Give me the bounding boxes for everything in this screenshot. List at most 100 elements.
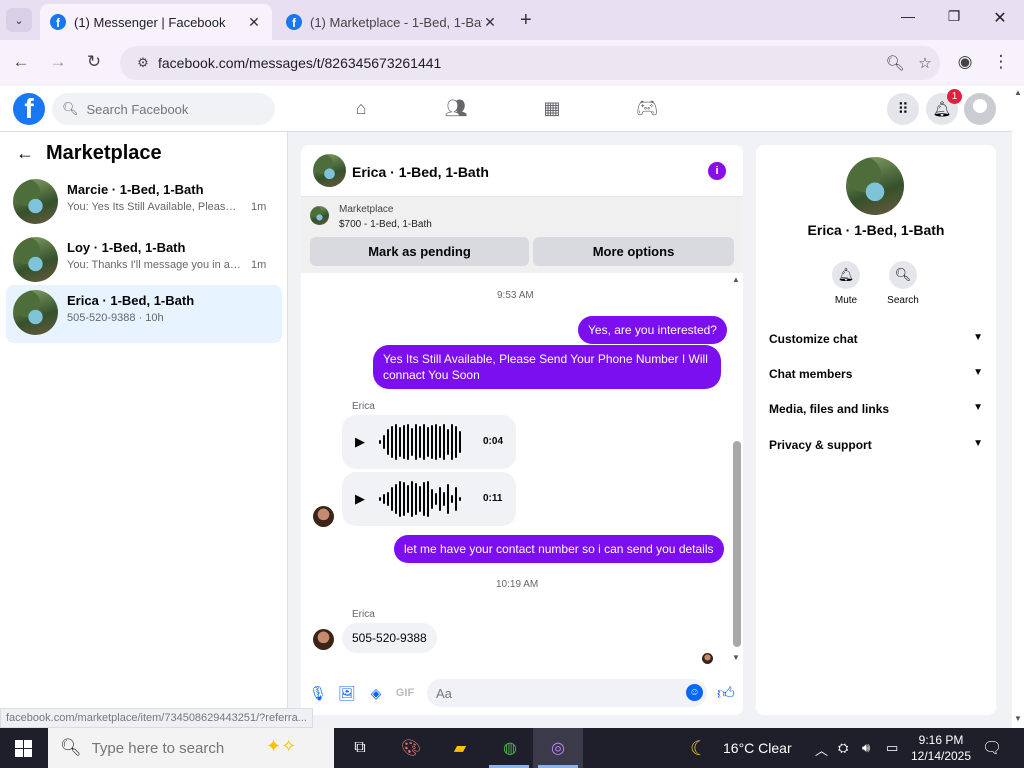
- scrollbar-thumb[interactable]: [733, 441, 741, 647]
- restore-icon[interactable]: ❐: [944, 8, 964, 25]
- thumbs-up-icon[interactable]: 👍︎: [717, 683, 735, 704]
- conversation-item-selected[interactable]: Erica · 1-Bed, 1-Bath 505-520-9388 · 10h: [6, 285, 282, 343]
- audio-duration: 0:11: [483, 493, 503, 504]
- sticky-notes-icon[interactable]: ▰: [447, 736, 473, 760]
- reload-icon[interactable]: ↻: [83, 52, 105, 72]
- display-icon[interactable]: ▭: [886, 740, 898, 756]
- chat-header: Erica · 1-Bed, 1-Bath i: [301, 145, 743, 197]
- chrome-profile-icon[interactable]: ◎: [545, 736, 571, 760]
- outgoing-message[interactable]: Yes Its Still Available, Please Send You…: [373, 345, 721, 389]
- close-tab-icon[interactable]: ✕: [482, 14, 498, 31]
- audio-waveform[interactable]: [379, 481, 463, 517]
- forward-icon[interactable]: →: [47, 52, 69, 72]
- back-arrow-icon[interactable]: ←: [16, 143, 34, 164]
- notifications-icon[interactable]: 🗨︎: [982, 738, 1002, 758]
- paint-app-icon[interactable]: 🎨︎: [398, 736, 424, 760]
- more-options-button[interactable]: More options: [533, 237, 734, 266]
- volume-icon[interactable]: 🔊︎: [862, 740, 870, 756]
- outgoing-message[interactable]: Yes, are you interested?: [578, 316, 727, 344]
- gaming-icon[interactable]: 🎮︎: [632, 98, 662, 119]
- mark-as-pending-button[interactable]: Mark as pending: [310, 237, 529, 266]
- sender-avatar[interactable]: [313, 629, 334, 650]
- marketplace-icon[interactable]: ▦: [537, 98, 567, 119]
- tab-marketplace[interactable]: f (1) Marketplace - 1-Bed, 1-Bath ✕: [276, 4, 508, 40]
- conversation-name: Marcie · 1-Bed, 1-Bath: [67, 182, 204, 197]
- media-files-links-section[interactable]: Media, files and links ▼: [769, 402, 983, 416]
- voice-message[interactable]: ▶ 0:04: [342, 415, 516, 469]
- sticker-icon[interactable]: ◈: [366, 685, 386, 702]
- scroll-up-icon[interactable]: ▲: [732, 275, 740, 284]
- voice-message[interactable]: ▶ 0:11: [342, 472, 516, 526]
- privacy-support-section[interactable]: Privacy & support ▼: [769, 438, 983, 452]
- url-text[interactable]: facebook.com/messages/t/826345673261441: [158, 55, 880, 71]
- scroll-down-icon[interactable]: ▼: [1014, 714, 1022, 723]
- play-icon[interactable]: ▶: [355, 434, 365, 450]
- facebook-search-input[interactable]: [86, 101, 267, 117]
- marketplace-listing-bar: Marketplace $700 - 1-Bed, 1-Bath Mark as…: [301, 197, 743, 273]
- back-icon[interactable]: ←: [10, 52, 32, 72]
- chevron-down-icon: ▼: [973, 438, 983, 449]
- photo-icon[interactable]: 🖼︎: [337, 685, 357, 702]
- section-label: Customize chat: [769, 332, 858, 346]
- section-label: Media, files and links: [769, 402, 890, 416]
- facebook-logo-icon[interactable]: f: [13, 93, 45, 125]
- windows-start-icon[interactable]: [15, 740, 32, 757]
- close-tab-icon[interactable]: ✕: [246, 14, 262, 31]
- network-icon[interactable]: ⛭: [838, 740, 848, 756]
- conversation-snippet: 505-520-9388 · 10h: [67, 312, 164, 324]
- bookmark-star-icon[interactable]: ☆: [910, 54, 940, 72]
- microphone-icon[interactable]: 🎙︎: [308, 685, 328, 702]
- taskbar-search-input[interactable]: [91, 739, 272, 757]
- chat-avatar[interactable]: [313, 154, 346, 187]
- audio-waveform[interactable]: [379, 424, 463, 460]
- profile-icon[interactable]: ◉: [954, 52, 976, 72]
- chevron-down-icon: ⌄: [14, 14, 24, 27]
- minimize-icon[interactable]: —: [898, 8, 918, 24]
- gif-icon[interactable]: GIF: [395, 687, 415, 699]
- taskbar-clock[interactable]: 9:16 PM 12/14/2025: [906, 732, 976, 764]
- taskbar-search[interactable]: 🔍︎ ✦✧: [48, 728, 334, 768]
- conversation-item[interactable]: Marcie · 1-Bed, 1-Bath You: Yes Its Stil…: [6, 174, 282, 230]
- scroll-down-icon[interactable]: ▼: [732, 653, 740, 662]
- customize-chat-section[interactable]: Customize chat ▼: [769, 332, 983, 346]
- chrome-icon[interactable]: ◍: [497, 736, 523, 760]
- outgoing-message[interactable]: let me have your contact number so i can…: [394, 535, 724, 563]
- menu-grid-icon[interactable]: ⠿: [887, 93, 919, 125]
- mute-button[interactable]: 🔔︎ Mute: [821, 261, 871, 306]
- page-scrollbar[interactable]: ▲ ▼: [1012, 86, 1024, 728]
- scroll-up-icon[interactable]: ▲: [1014, 88, 1022, 97]
- weather-moon-icon[interactable]: ☾: [690, 736, 708, 761]
- conversation-item[interactable]: Loy · 1-Bed, 1-Bath You: Thanks I'll mes…: [6, 232, 282, 288]
- emoji-icon[interactable]: ☺: [686, 684, 703, 701]
- play-icon[interactable]: ▶: [355, 491, 365, 507]
- zoom-icon[interactable]: 🔍︎: [880, 54, 910, 72]
- incoming-message[interactable]: 505-520-9388: [342, 623, 437, 653]
- listing-price[interactable]: $700 - 1-Bed, 1-Bath: [339, 219, 432, 230]
- panel-header: ← Marketplace: [16, 142, 162, 165]
- new-tab-icon[interactable]: +: [520, 9, 532, 32]
- chat-scrollbar[interactable]: ▲ ▼: [731, 273, 743, 675]
- account-avatar[interactable]: [964, 93, 996, 125]
- friends-icon[interactable]: 👥︎: [441, 98, 471, 119]
- message-input[interactable]: [427, 679, 707, 707]
- tab-search-dropdown[interactable]: ⌄: [6, 8, 32, 32]
- task-view-icon[interactable]: ⧉: [347, 736, 373, 760]
- tab-title: (1) Messenger | Facebook: [74, 14, 226, 30]
- profile-picture[interactable]: [846, 157, 904, 215]
- profile-name[interactable]: Erica · 1-Bed, 1-Bath: [756, 222, 996, 238]
- tab-messenger[interactable]: f (1) Messenger | Facebook ✕: [40, 4, 272, 40]
- search-chat-button[interactable]: 🔍︎ Search: [878, 261, 928, 306]
- facebook-search[interactable]: 🔍︎: [52, 93, 275, 125]
- message-list[interactable]: 9:53 AM Yes, are you interested? Yes Its…: [301, 273, 743, 675]
- site-settings-icon[interactable]: ⚙: [128, 55, 158, 71]
- chat-members-section[interactable]: Chat members ▼: [769, 367, 983, 381]
- close-window-icon[interactable]: ✕: [990, 8, 1010, 28]
- browser-menu-icon[interactable]: ⋮: [990, 52, 1012, 72]
- chevron-up-icon[interactable]: ︿: [815, 740, 828, 759]
- sender-avatar[interactable]: [313, 506, 334, 527]
- home-icon[interactable]: ⌂: [346, 98, 376, 119]
- info-icon[interactable]: i: [708, 162, 726, 180]
- chat-title[interactable]: Erica · 1-Bed, 1-Bath: [352, 164, 489, 180]
- weather-text[interactable]: 16°C Clear: [723, 740, 792, 756]
- omnibox[interactable]: ⚙ facebook.com/messages/t/82634567326144…: [120, 46, 940, 80]
